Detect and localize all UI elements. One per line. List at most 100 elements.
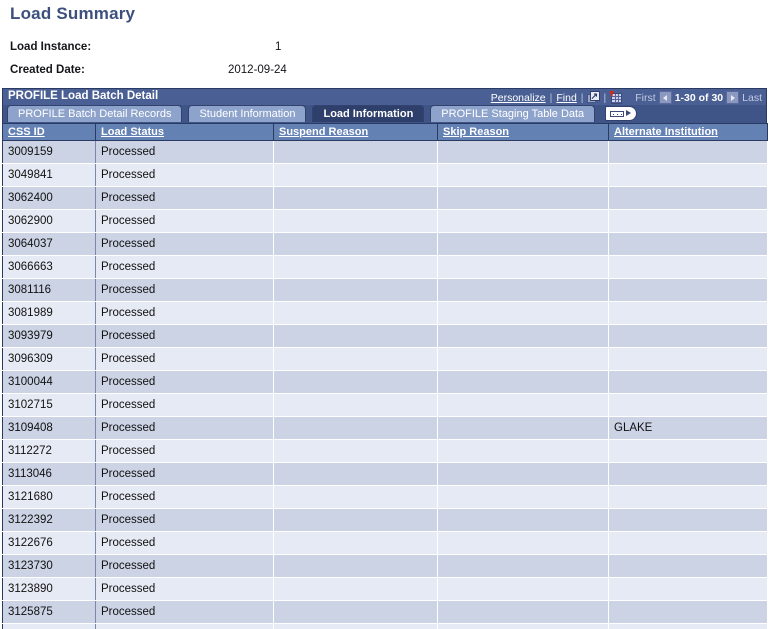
grid-tab-strip: PROFILE Batch Detail Records Student Inf…: [2, 105, 767, 123]
pager-first-link[interactable]: First: [635, 92, 655, 104]
cell-skip-reason: [437, 278, 609, 302]
cell-suspend-reason: [273, 416, 438, 440]
cell-css-id: 3125875: [2, 600, 96, 624]
cell-suspend-reason: [273, 209, 438, 233]
personalize-link[interactable]: Personalize: [490, 92, 547, 104]
cell-alternate-institution: [608, 324, 768, 348]
cell-suspend-reason: [273, 439, 438, 463]
profile-load-batch-detail-grid: PROFILE Load Batch Detail Personalize | …: [2, 88, 768, 629]
column-header-suspend-reason-label[interactable]: Suspend Reason: [279, 126, 368, 138]
cell-suspend-reason: [273, 347, 438, 371]
table-row: 3093979 Processed: [2, 324, 768, 348]
table-row: 3100044 Processed: [2, 370, 768, 394]
cell-suspend-reason: [273, 600, 438, 624]
created-date-label: Created Date:: [10, 64, 85, 76]
cell-suspend-reason: [273, 324, 438, 348]
column-header-skip-reason[interactable]: Skip Reason: [437, 123, 609, 141]
table-row: 3096309 Processed: [2, 347, 768, 371]
cell-load-status: Processed: [95, 462, 274, 486]
cell-alternate-institution: [608, 186, 768, 210]
cell-load-status: Processed: [95, 416, 274, 440]
new-window-icon[interactable]: ↗: [586, 91, 601, 104]
cell-suspend-reason: [273, 623, 438, 629]
column-header-skip-reason-label[interactable]: Skip Reason: [443, 126, 509, 138]
cell-load-status: Processed: [95, 531, 274, 555]
column-header-css-id[interactable]: CSS ID: [2, 123, 96, 141]
column-header-load-status[interactable]: Load Status: [95, 123, 274, 141]
tab-student-information[interactable]: Student Information: [188, 105, 307, 122]
cell-load-status: Processed: [95, 278, 274, 302]
table-row: 3081116 Processed: [2, 278, 768, 302]
cell-suspend-reason: [273, 485, 438, 509]
cell-load-status: Processed: [95, 347, 274, 371]
table-row: 3125875 Processed: [2, 600, 768, 624]
cell-load-status: Processed: [95, 370, 274, 394]
cell-css-id: 3122676: [2, 531, 96, 555]
column-header-alternate-institution-label[interactable]: Alternate Institution: [614, 126, 718, 138]
created-date-row: Created Date: 2012-09-24: [10, 64, 287, 76]
download-to-excel-icon[interactable]: [609, 90, 623, 105]
table-row: 3121680 Processed: [2, 485, 768, 509]
sheet-line-v2: [618, 93, 620, 103]
table-row: 3062900 Processed: [2, 209, 768, 233]
sheet-line-h3: [612, 101, 622, 103]
find-link[interactable]: Find: [555, 92, 577, 104]
action-separator-2: |: [580, 91, 584, 104]
table-row: 3064037 Processed: [2, 232, 768, 256]
cell-skip-reason: [437, 347, 609, 371]
pager-previous-icon[interactable]: [658, 91, 672, 104]
cell-suspend-reason: [273, 370, 438, 394]
cell-load-status: Processed: [95, 186, 274, 210]
sheet-line-h2: [612, 98, 622, 100]
column-header-suspend-reason[interactable]: Suspend Reason: [273, 123, 438, 141]
cell-alternate-institution: [608, 370, 768, 394]
cell-alternate-institution: [608, 531, 768, 555]
page-title: Load Summary: [10, 4, 136, 23]
show-all-tabs-icon-dots: [610, 111, 625, 117]
cell-suspend-reason: [273, 163, 438, 187]
load-instance-row: Load Instance: 1: [10, 41, 281, 53]
cell-load-status: Processed: [95, 163, 274, 187]
table-row: 3123890 Processed: [2, 577, 768, 601]
cell-css-id: 3109408: [2, 416, 96, 440]
cell-suspend-reason: [273, 255, 438, 279]
cell-css-id: 3009159: [2, 140, 96, 164]
cell-alternate-institution: [608, 554, 768, 578]
cell-load-status: Processed: [95, 508, 274, 532]
table-row: 3113046 Processed: [2, 462, 768, 486]
cell-css-id: 3112272: [2, 439, 96, 463]
column-header-load-status-label[interactable]: Load Status: [101, 126, 164, 138]
cell-alternate-institution: [608, 255, 768, 279]
cell-css-id: 3123730: [2, 554, 96, 578]
cell-css-id: 3064037: [2, 232, 96, 256]
tab-load-information[interactable]: Load Information: [312, 105, 425, 122]
show-all-tabs-icon-arrow: [626, 110, 632, 116]
cell-alternate-institution: [608, 278, 768, 302]
cell-skip-reason: [437, 209, 609, 233]
load-instance-label: Load Instance:: [10, 41, 92, 53]
cell-alternate-institution: [608, 439, 768, 463]
tab-profile-staging-table-data[interactable]: PROFILE Staging Table Data: [430, 105, 596, 122]
cell-load-status: [95, 623, 274, 629]
action-separator-3: |: [603, 91, 607, 104]
cell-css-id: 3066663: [2, 255, 96, 279]
pager-next-icon[interactable]: [726, 91, 740, 104]
cell-suspend-reason: [273, 186, 438, 210]
column-header-alternate-institution[interactable]: Alternate Institution: [608, 123, 768, 141]
table-row: 3066663 Processed: [2, 255, 768, 279]
cell-skip-reason: [437, 623, 609, 629]
show-all-tabs-icon[interactable]: [605, 106, 638, 121]
pager-last-link[interactable]: Last: [742, 92, 762, 104]
cell-skip-reason: [437, 462, 609, 486]
cell-suspend-reason: [273, 577, 438, 601]
column-header-css-id-label[interactable]: CSS ID: [8, 126, 45, 138]
cell-css-id: 3102715: [2, 393, 96, 417]
grid-actions: Personalize | Find | ↗ | First 1-30 of 3…: [490, 89, 766, 105]
table-row: 3009159 Processed: [2, 140, 768, 164]
cell-css-id: 3062400: [2, 186, 96, 210]
cell-alternate-institution: [608, 301, 768, 325]
tab-profile-batch-detail-records[interactable]: PROFILE Batch Detail Records: [7, 105, 183, 122]
cell-skip-reason: [437, 232, 609, 256]
cell-skip-reason: [437, 600, 609, 624]
cell-alternate-institution: [608, 140, 768, 164]
